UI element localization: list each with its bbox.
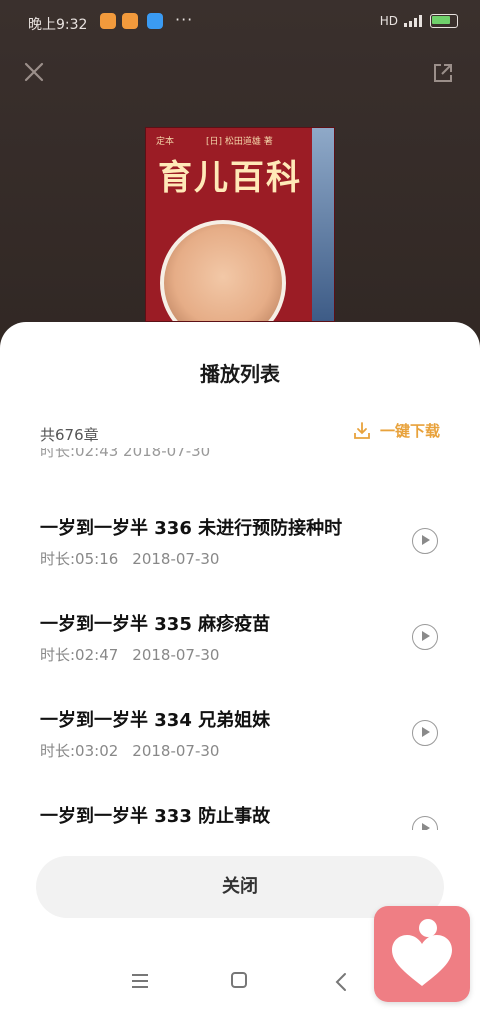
network-label: HD (379, 14, 398, 28)
item-date: 2018-07-30 (132, 742, 220, 760)
close-icon[interactable] (22, 60, 46, 84)
back-icon[interactable] (334, 972, 348, 992)
chapter-count: 共676章 (40, 426, 99, 444)
download-icon (354, 421, 370, 439)
battery-icon (430, 14, 458, 28)
cover-title: 育儿百科 (158, 158, 302, 198)
list-item[interactable]: 一岁到一岁半 336 未进行预防接种时 时长:05:16 2018-07-30 (0, 514, 480, 610)
item-title: 一岁到一岁半 334 兄弟姐妹 (40, 710, 271, 731)
play-icon[interactable] (412, 816, 438, 830)
item-title: 一岁到一岁半 336 未进行预防接种时 (40, 518, 343, 539)
play-icon[interactable] (412, 624, 438, 650)
item-duration: 时长:05:16 (40, 550, 119, 568)
list-item[interactable]: 一岁到一岁半 334 兄弟姐妹 时长:03:02 2018-07-30 (0, 706, 480, 802)
item-meta: 时长:02:47 2018-07-30 (40, 644, 219, 665)
item-duration: 时长:02:47 (40, 646, 119, 664)
heart-person-icon (392, 919, 452, 986)
cover-small-label: 定本 (156, 137, 175, 147)
item-meta: 时长:05:16 2018-07-30 (40, 548, 219, 569)
cover-stripe (312, 128, 334, 321)
list-item[interactable]: 一岁到一岁半 335 麻疹疫苗 时长:02:47 2018-07-30 (0, 610, 480, 706)
share-icon[interactable] (432, 62, 454, 84)
notification-app-icon-2 (122, 13, 138, 29)
playlist[interactable]: 时长:02:43 2018-07-30 一岁到一岁半 336 未进行预防接种时 … (0, 448, 480, 830)
download-all-label: 一键下载 (379, 422, 440, 440)
partial-row-meta: 时长:02:43 2018-07-30 (40, 448, 211, 460)
signal-icon (404, 15, 422, 27)
play-icon[interactable] (412, 720, 438, 746)
download-all-button[interactable]: 一键下载 (352, 420, 440, 441)
cover-baby-photo (160, 220, 286, 321)
floating-heart-button[interactable] (374, 906, 470, 1002)
item-date: 2018-07-30 (132, 550, 220, 568)
cover-author: [日] 松田道雄 著 (206, 137, 273, 147)
status-right: HD (380, 14, 458, 28)
notification-app-icon (100, 13, 116, 29)
home-icon[interactable] (231, 972, 247, 988)
notification-app-icon-3 (147, 13, 163, 29)
status-bar: 晚上9:32 ··· HD (0, 0, 480, 44)
list-item[interactable]: 一岁到一岁半 333 防止事故 (0, 802, 480, 830)
more-notifications-icon: ··· (175, 10, 194, 29)
status-time: 晚上9:32 (28, 17, 88, 33)
sheet-title: 播放列表 (200, 362, 280, 386)
menu-icon[interactable] (132, 974, 148, 988)
item-title: 一岁到一岁半 333 防止事故 (40, 806, 271, 827)
book-cover: 定本 [日] 松田道雄 著 育儿百科 (145, 127, 335, 322)
item-date: 2018-07-30 (132, 646, 220, 664)
item-duration: 时长:03:02 (40, 742, 119, 760)
item-title: 一岁到一岁半 335 麻疹疫苗 (40, 614, 271, 635)
play-icon[interactable] (412, 528, 438, 554)
item-meta: 时长:03:02 2018-07-30 (40, 740, 219, 761)
